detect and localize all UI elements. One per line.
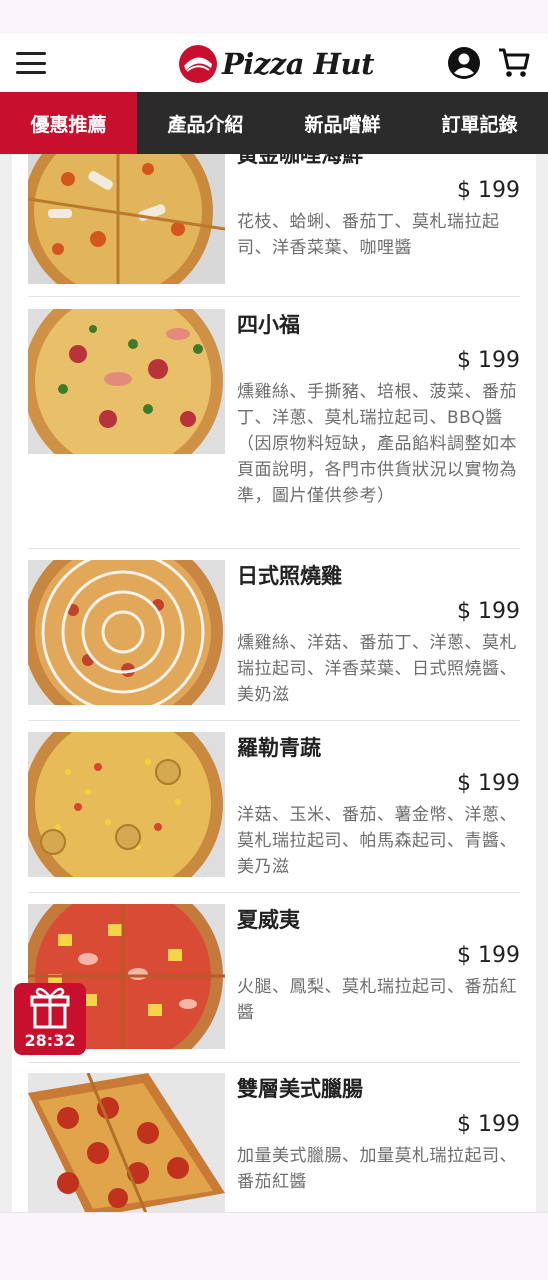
tab-promotions[interactable]: 優惠推薦 <box>0 92 137 154</box>
bottom-bar <box>0 1212 548 1280</box>
product-price: $ 199 <box>457 1112 520 1137</box>
product-item[interactable]: 雙層美式臘腸 $ 199 加量美式臘腸、加量莫札瑞拉起司、番茄紅醬 <box>12 1063 536 1212</box>
product-name: 雙層美式臘腸 <box>237 1077 363 1101</box>
product-price: $ 199 <box>457 771 520 796</box>
tab-new-items[interactable]: 新品嚐鮮 <box>274 92 411 154</box>
product-image <box>28 309 225 454</box>
right-gutter <box>536 154 548 1212</box>
app-header: Pizza Hut <box>0 34 548 92</box>
gift-timer: 28:32 <box>24 1031 76 1050</box>
product-image <box>28 154 225 284</box>
product-item[interactable]: 黃金咖哩海鮮 $ 199 花枝、蛤蜊、番茄丁、莫札瑞拉起司、洋香菜葉、咖哩醬 <box>12 154 536 296</box>
status-bar <box>0 0 548 34</box>
product-item[interactable]: 日式照燒雞 $ 199 燻雞絲、洋菇、番茄丁、洋蔥、莫札瑞拉起司、洋香菜葉、日式… <box>12 549 536 720</box>
product-item[interactable]: 四小福 $ 199 燻雞絲、手撕豬、培根、菠菜、番茄丁、洋蔥、莫札瑞拉起司、BB… <box>12 297 536 548</box>
menu-icon[interactable] <box>16 52 46 74</box>
brand-logo[interactable]: Pizza Hut <box>178 44 375 84</box>
cart-icon[interactable] <box>496 45 532 81</box>
account-icon[interactable] <box>446 45 482 81</box>
product-price: $ 199 <box>457 348 520 373</box>
product-list-container[interactable]: 黃金咖哩海鮮 $ 199 花枝、蛤蜊、番茄丁、莫札瑞拉起司、洋香菜葉、咖哩醬 四… <box>12 154 536 1212</box>
tab-order-history[interactable]: 訂單記錄 <box>411 92 548 154</box>
product-price: $ 199 <box>457 599 520 624</box>
category-tabs: 優惠推薦 產品介紹 新品嚐鮮 訂單記錄 <box>0 92 548 154</box>
tab-products[interactable]: 產品介紹 <box>137 92 274 154</box>
left-gutter <box>0 154 12 1212</box>
product-image <box>28 1073 225 1212</box>
product-name: 日式照燒雞 <box>237 564 342 588</box>
product-image <box>28 560 225 705</box>
product-description: 洋菇、玉米、番茄、薯金幣、洋蔥、莫札瑞拉起司、帕馬森起司、青醬、美乃滋 <box>237 805 517 877</box>
gift-icon <box>30 987 70 1029</box>
product-name: 夏威夷 <box>237 908 300 932</box>
product-name: 黃金咖哩海鮮 <box>237 154 363 167</box>
product-description: 加量美式臘腸、加量莫札瑞拉起司、番茄紅醬 <box>237 1146 517 1192</box>
product-description: 燻雞絲、手撕豬、培根、菠菜、番茄丁、洋蔥、莫札瑞拉起司、BBQ醬 <box>237 382 517 428</box>
pizza-hut-logo-icon <box>179 45 217 83</box>
product-description: 火腿、鳳梨、莫札瑞拉起司、番茄紅醬 <box>237 977 517 1023</box>
product-item[interactable]: 夏威夷 $ 199 火腿、鳳梨、莫札瑞拉起司、番茄紅醬 <box>12 893 536 1062</box>
product-name: 羅勒青蔬 <box>237 736 321 760</box>
product-description: 燻雞絲、洋菇、番茄丁、洋蔥、莫札瑞拉起司、洋香菜葉、日式照燒醬、美奶滋 <box>237 633 517 705</box>
product-price: $ 199 <box>457 178 520 203</box>
product-image <box>28 732 225 877</box>
product-item[interactable]: 羅勒青蔬 $ 199 洋菇、玉米、番茄、薯金幣、洋蔥、莫札瑞拉起司、帕馬森起司、… <box>12 721 536 892</box>
logo-text: Pizza Hut <box>222 47 375 81</box>
product-description: 花枝、蛤蜊、番茄丁、莫札瑞拉起司、洋香菜葉、咖哩醬 <box>237 212 500 258</box>
product-notice: （因原物料短缺，產品餡料調整如本頁面說明，各門市供貨狀況以實物為準，圖片僅供參考… <box>237 434 517 506</box>
gift-button[interactable]: 28:32 <box>14 983 86 1055</box>
product-price: $ 199 <box>457 943 520 968</box>
product-name: 四小福 <box>237 313 300 337</box>
